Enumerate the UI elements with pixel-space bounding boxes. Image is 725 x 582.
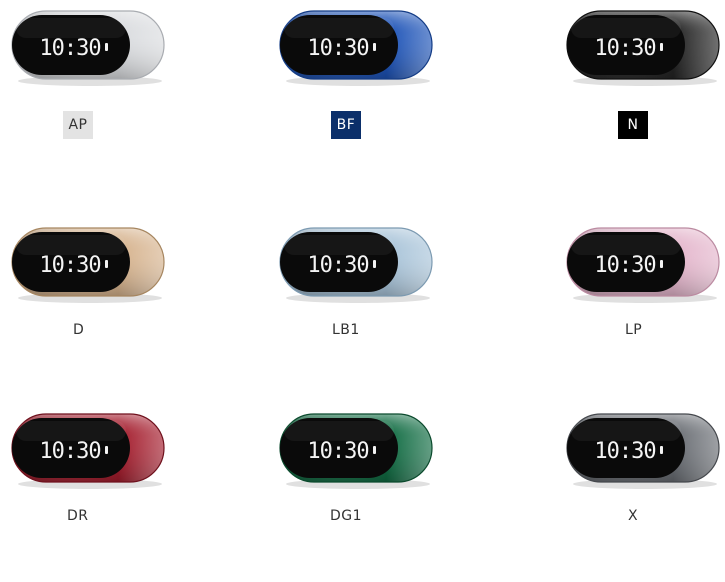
product-variant-d[interactable]: 10:30 D [10, 222, 250, 396]
alarm-indicator-icon [373, 43, 376, 51]
alarm-indicator-icon [660, 260, 663, 268]
alarm-indicator-icon [660, 446, 663, 454]
clock-photo: 10:30 [278, 5, 434, 87]
alarm-clock-image: 10:30 [566, 10, 720, 86]
clock-time-readout: 10:30 [39, 36, 100, 61]
alarm-clock-image: 10:30 [566, 227, 720, 303]
alarm-clock-image: 10:30 [11, 10, 165, 86]
variant-code-label: DG1 [326, 502, 367, 530]
product-variant-lp[interactable]: 10:30 LP [565, 222, 725, 396]
variant-code-label: X [624, 502, 643, 530]
alarm-clock-image: 10:30 [11, 413, 165, 489]
clock-photo: 10:30 [565, 408, 721, 490]
variant-code-label: D [69, 316, 89, 344]
clock-photo: 10:30 [278, 222, 434, 304]
alarm-clock-image: 10:30 [11, 227, 165, 303]
product-variant-x[interactable]: 10:30 X [565, 408, 725, 582]
alarm-indicator-icon [373, 446, 376, 454]
alarm-clock-image: 10:30 [279, 413, 433, 489]
alarm-clock-image: 10:30 [566, 413, 720, 489]
clock-time-readout: 10:30 [594, 36, 655, 61]
product-variant-lb1[interactable]: 10:30 LB1 [278, 222, 518, 396]
clock-time-readout: 10:30 [39, 439, 100, 464]
alarm-clock-image: 10:30 [279, 10, 433, 86]
clock-photo: 10:30 [278, 408, 434, 490]
clock-time-readout: 10:30 [594, 439, 655, 464]
alarm-clock-image: 10:30 [279, 227, 433, 303]
clock-time-readout: 10:30 [594, 253, 655, 278]
product-variant-dg1[interactable]: 10:30 DG1 [278, 408, 518, 582]
alarm-indicator-icon [105, 446, 108, 454]
clock-photo: 10:30 [10, 5, 166, 87]
clock-time-readout: 10:30 [307, 439, 368, 464]
clock-photo: 10:30 [10, 408, 166, 490]
variant-code-label: N [618, 111, 648, 139]
product-variant-n[interactable]: 10:30 N [565, 5, 725, 179]
alarm-indicator-icon [660, 43, 663, 51]
clock-time-readout: 10:30 [307, 253, 368, 278]
clock-photo: 10:30 [565, 222, 721, 304]
variant-code-label: BF [331, 111, 361, 139]
clock-time-readout: 10:30 [307, 36, 368, 61]
product-variant-grid: 10:30 AP 10:30 BF 10:30 N 10:30 D 10:30 LB1 10:30 L… [0, 0, 725, 530]
alarm-indicator-icon [105, 43, 108, 51]
product-variant-bf[interactable]: 10:30 BF [278, 5, 518, 179]
alarm-indicator-icon [373, 260, 376, 268]
variant-code-label: LB1 [328, 316, 364, 344]
clock-photo: 10:30 [565, 5, 721, 87]
variant-code-label: LP [621, 316, 647, 344]
clock-time-readout: 10:30 [39, 253, 100, 278]
variant-code-label: AP [63, 111, 93, 139]
product-variant-dr[interactable]: 10:30 DR [10, 408, 250, 582]
variant-code-label: DR [63, 502, 93, 530]
clock-photo: 10:30 [10, 222, 166, 304]
product-variant-ap[interactable]: 10:30 AP [10, 5, 250, 179]
alarm-indicator-icon [105, 260, 108, 268]
